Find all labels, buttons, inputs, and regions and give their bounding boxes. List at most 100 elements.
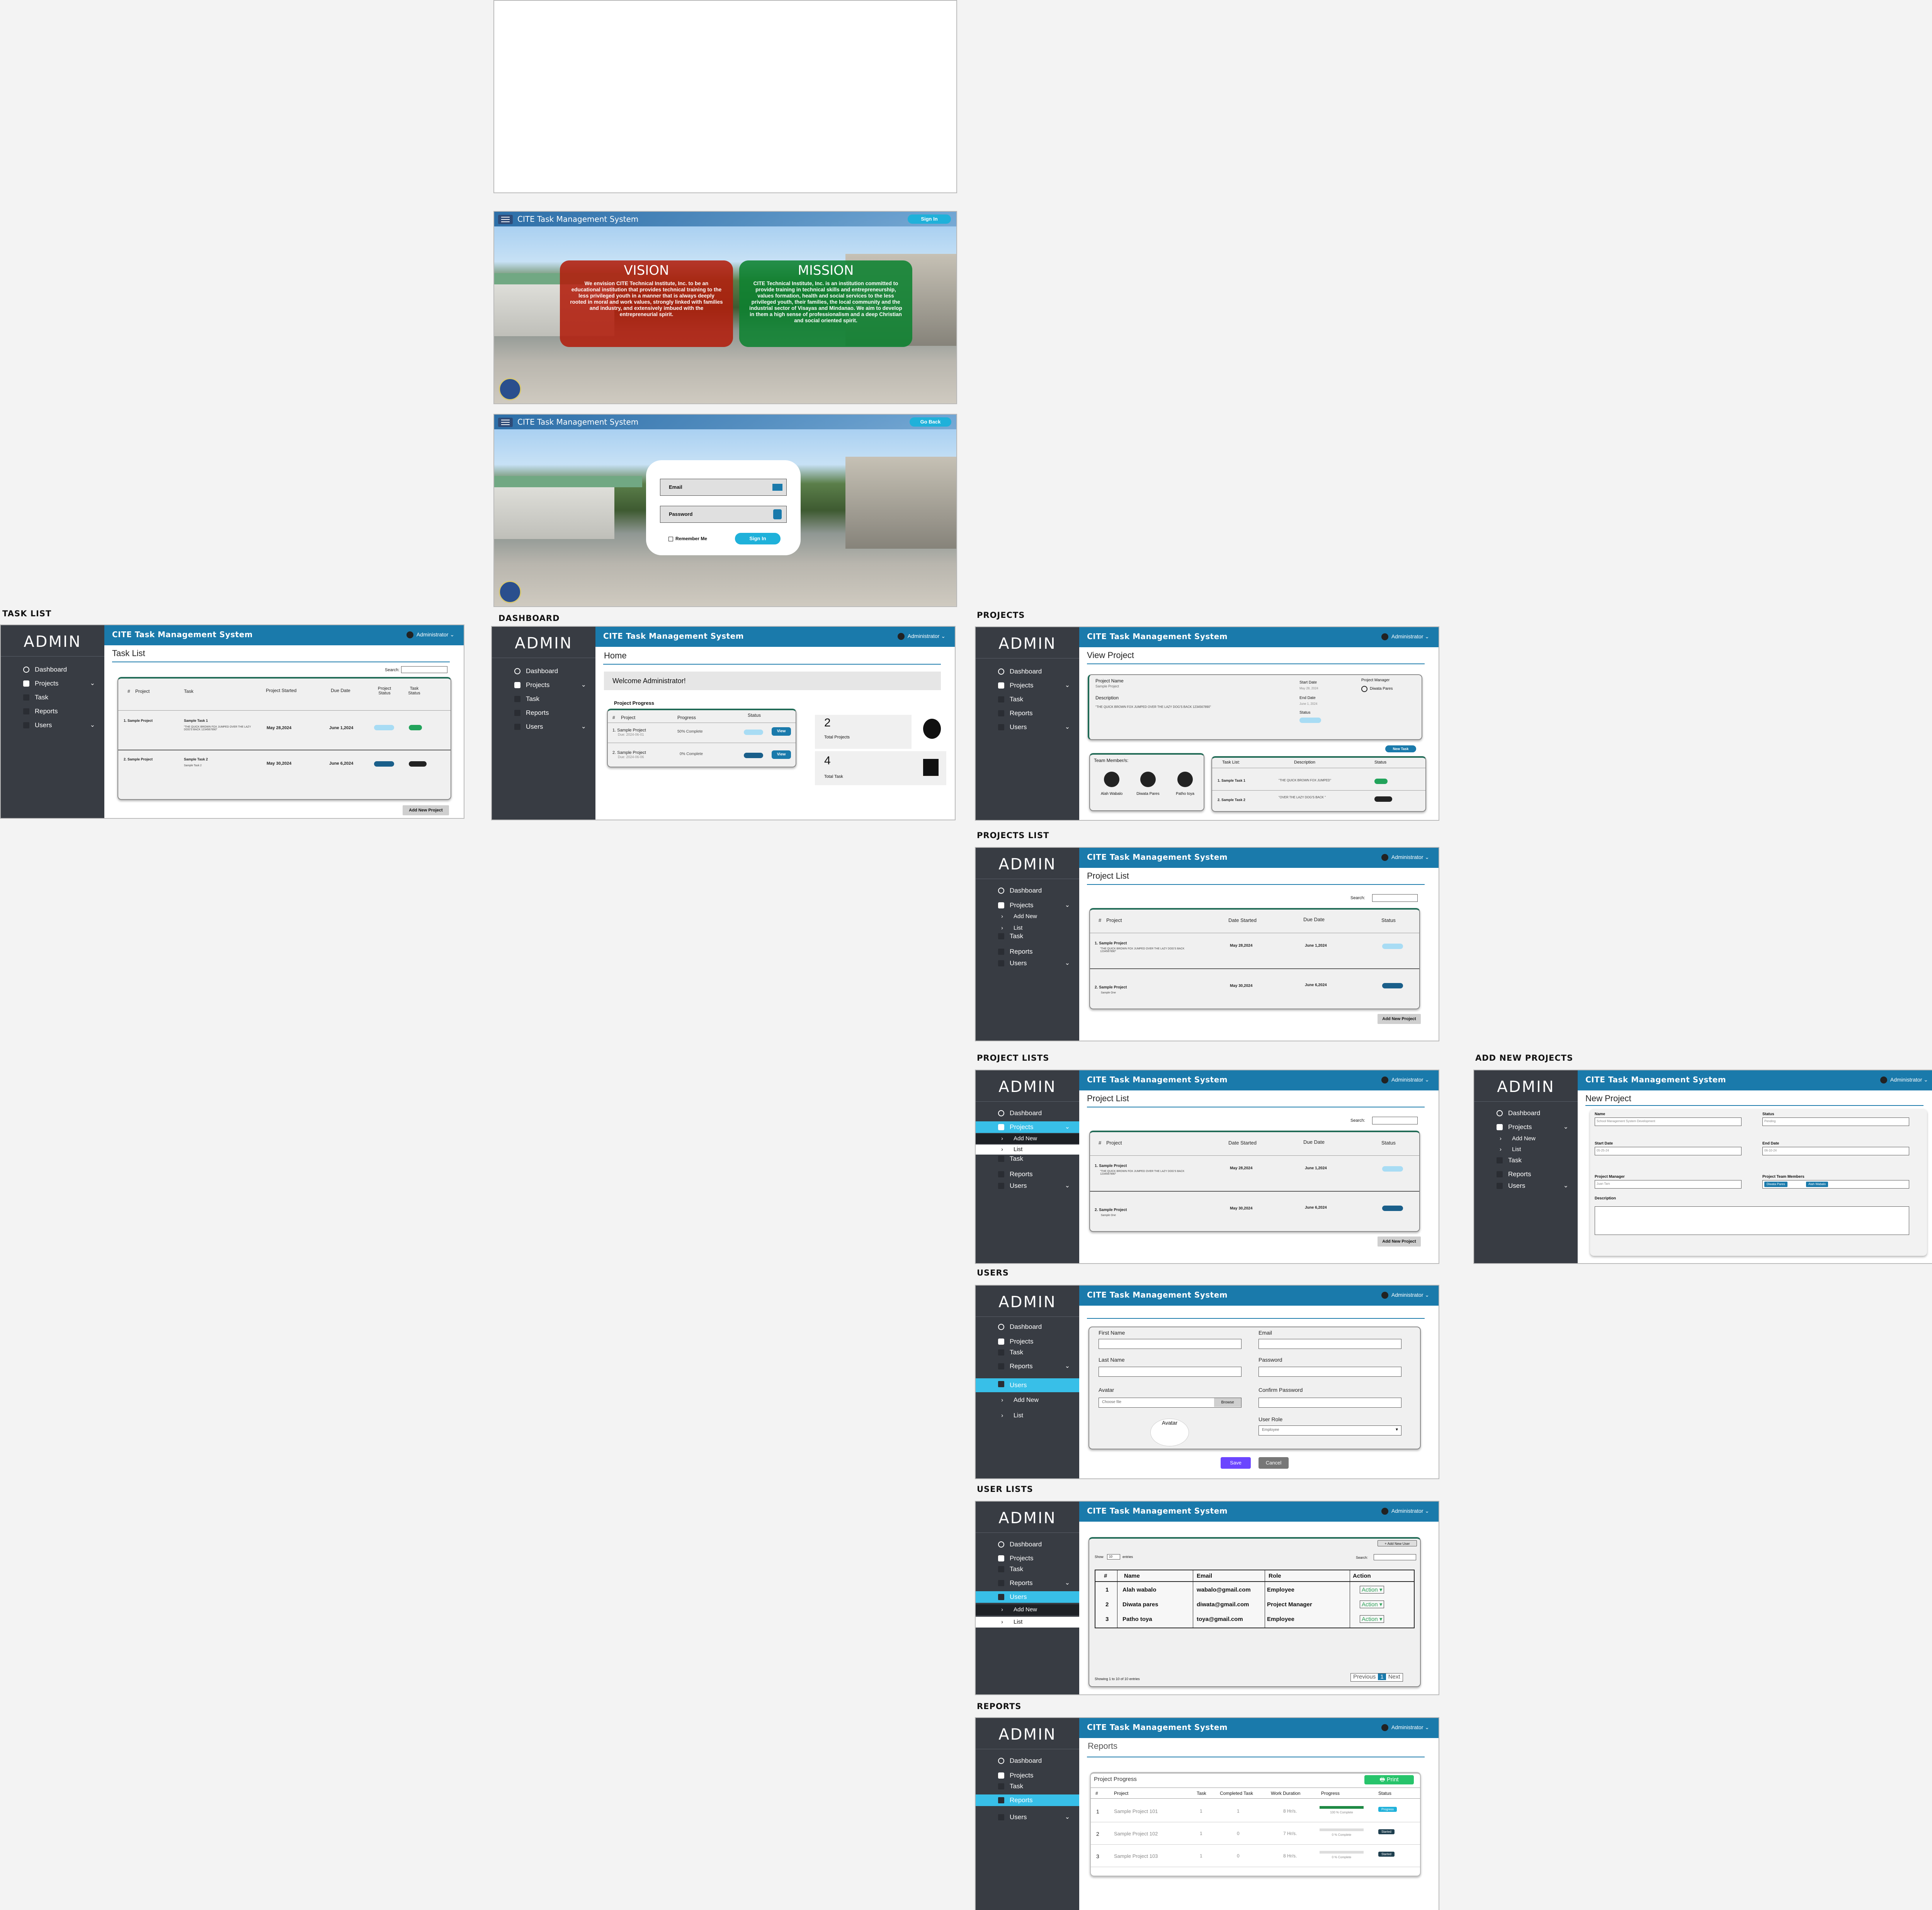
nav-task[interactable]: Task [976, 1153, 1079, 1165]
cancel-button[interactable]: Cancel [1259, 1457, 1289, 1469]
add-new-project-button[interactable]: Add New Project [1378, 1236, 1421, 1247]
email-input[interactable] [1259, 1339, 1401, 1349]
nav-users[interactable]: Users [976, 1591, 1079, 1603]
name-input[interactable]: School Management System Development [1595, 1117, 1742, 1126]
remember-checkbox[interactable] [668, 537, 673, 541]
entries-select[interactable]: 10 [1107, 1554, 1120, 1560]
nav-users[interactable]: Users ⌄ [492, 721, 595, 733]
team-member-chip[interactable]: Alah Wabalo [1806, 1182, 1828, 1187]
search-input[interactable] [1372, 894, 1418, 902]
add-new-project-button[interactable]: Add New Project [403, 805, 449, 815]
user-menu[interactable]: Administrator ⌄ [1381, 1724, 1429, 1731]
nav-task[interactable]: Task [976, 1781, 1079, 1792]
avatar-file-input[interactable]: Choose file Browse [1099, 1398, 1242, 1408]
browse-button[interactable]: Browse [1214, 1398, 1241, 1407]
email-field[interactable]: Email [660, 479, 787, 496]
print-button[interactable]: 🖶 Print [1364, 1775, 1414, 1784]
nav-reports[interactable]: Reports [492, 707, 595, 719]
nav-dashboard[interactable]: Dashboard [976, 1755, 1079, 1767]
nav-task[interactable]: Task [976, 930, 1079, 942]
status-select[interactable]: Pending [1762, 1117, 1909, 1126]
login-sign-in-button[interactable]: Sign In [735, 533, 781, 544]
description-textarea[interactable] [1595, 1206, 1909, 1235]
nav-reports[interactable]: Reports [976, 946, 1079, 958]
action-dropdown[interactable]: Action ▾ [1360, 1586, 1384, 1594]
nav-projects[interactable]: Projects [976, 1770, 1079, 1781]
nav-dashboard[interactable]: Dashboard [976, 1321, 1079, 1333]
nav-users[interactable]: Users ⌄ [1, 719, 104, 731]
user-menu[interactable]: Administrator ⌄ [897, 633, 946, 640]
nav-reports[interactable]: Reports [1474, 1168, 1578, 1180]
confirm-password-input[interactable] [1259, 1398, 1401, 1408]
nav-projects[interactable]: Projects ⌄ [976, 900, 1079, 911]
nav-users-list[interactable]: › List [976, 1409, 1079, 1422]
page-button[interactable]: 1 [1378, 1674, 1386, 1680]
nav-dashboard[interactable]: Dashboard [1474, 1107, 1578, 1119]
nav-projects-add-new[interactable]: › Add New [1474, 1134, 1578, 1144]
nav-users[interactable]: Users ⌄ [976, 721, 1079, 733]
password-field[interactable]: Password [660, 506, 787, 523]
nav-projects[interactable]: Projects ⌄ [1, 678, 104, 689]
nav-projects[interactable]: Projects [976, 1553, 1079, 1564]
start-date-input[interactable]: 05-25-24 [1595, 1147, 1742, 1155]
search-input[interactable] [401, 666, 447, 673]
user-menu[interactable]: Administrator ⌄ [406, 631, 454, 639]
nav-users-add-new[interactable]: › Add New [976, 1604, 1079, 1615]
nav-users[interactable]: Users [976, 1378, 1079, 1392]
action-dropdown[interactable]: Action ▾ [1360, 1615, 1384, 1623]
nav-projects[interactable]: Projects ⌄ [1474, 1121, 1578, 1133]
nav-users[interactable]: Users ⌄ [1474, 1180, 1578, 1192]
nav-projects-list[interactable]: › List [1474, 1145, 1578, 1155]
nav-reports[interactable]: Reports ⌄ [976, 1361, 1079, 1372]
nav-projects[interactable]: Projects ⌄ [976, 680, 1079, 691]
sign-in-button[interactable]: Sign In [908, 214, 951, 224]
project-manager-select[interactable]: Juan Tam [1595, 1180, 1742, 1189]
menu-icon[interactable] [498, 215, 513, 224]
nav-reports[interactable]: Reports [1, 706, 104, 717]
view-button[interactable]: View [772, 727, 791, 736]
nav-task[interactable]: Task [1, 692, 104, 703]
nav-users[interactable]: Users ⌄ [976, 958, 1079, 969]
team-member-chip[interactable]: Diwata Pares [1764, 1182, 1787, 1187]
save-button[interactable]: Save [1221, 1457, 1251, 1469]
nav-reports[interactable]: Reports ⌄ [976, 1577, 1079, 1589]
nav-users[interactable]: Users ⌄ [976, 1811, 1079, 1823]
search-input[interactable] [1372, 1117, 1418, 1124]
previous-button[interactable]: Previous [1351, 1674, 1378, 1680]
view-button[interactable]: View [772, 750, 791, 759]
nav-projects[interactable]: Projects ⌄ [492, 679, 595, 691]
nav-dashboard[interactable]: Dashboard [976, 885, 1079, 896]
search-input[interactable] [1374, 1554, 1416, 1560]
new-task-button[interactable]: New Task [1385, 745, 1416, 752]
last-name-input[interactable] [1099, 1367, 1242, 1377]
user-menu[interactable]: Administrator ⌄ [1381, 1077, 1429, 1084]
nav-projects[interactable]: Projects [976, 1336, 1079, 1347]
team-members-select[interactable]: Diwata Pares Alah Wabalo [1762, 1180, 1909, 1189]
nav-reports[interactable]: Reports [976, 708, 1079, 719]
nav-task[interactable]: Task [976, 694, 1079, 705]
action-dropdown[interactable]: Action ▾ [1360, 1600, 1384, 1608]
user-role-select[interactable]: Employee ▾ [1259, 1425, 1401, 1435]
end-date-input[interactable]: 06-10-24 [1762, 1147, 1909, 1155]
password-input[interactable] [1259, 1367, 1401, 1377]
nav-users-list[interactable]: › List [976, 1617, 1079, 1628]
nav-users[interactable]: Users ⌄ [976, 1180, 1079, 1192]
go-back-button[interactable]: Go Back [910, 417, 951, 427]
user-menu[interactable]: Administrator ⌄ [1381, 854, 1429, 861]
nav-reports[interactable]: Reports [976, 1794, 1079, 1806]
nav-projects-add-new[interactable]: › Add New [976, 1134, 1079, 1144]
user-menu[interactable]: Administrator ⌄ [1381, 1292, 1429, 1299]
nav-users-add-new[interactable]: › Add New [976, 1394, 1079, 1407]
nav-projects-add-new[interactable]: › Add New [976, 911, 1079, 922]
user-menu[interactable]: Administrator ⌄ [1381, 633, 1429, 641]
nav-task[interactable]: Task [976, 1563, 1079, 1575]
nav-dashboard[interactable]: Dashboard [976, 666, 1079, 677]
nav-task[interactable]: Task [492, 693, 595, 705]
nav-dashboard[interactable]: Dashboard [1, 664, 104, 675]
user-menu[interactable]: Administrator ⌄ [1381, 1508, 1429, 1515]
next-button[interactable]: Next [1386, 1674, 1403, 1680]
add-new-project-button[interactable]: Add New Project [1378, 1014, 1421, 1024]
nav-dashboard[interactable]: Dashboard [976, 1539, 1079, 1550]
nav-task[interactable]: Task [1474, 1155, 1578, 1166]
nav-task[interactable]: Task [976, 1347, 1079, 1358]
